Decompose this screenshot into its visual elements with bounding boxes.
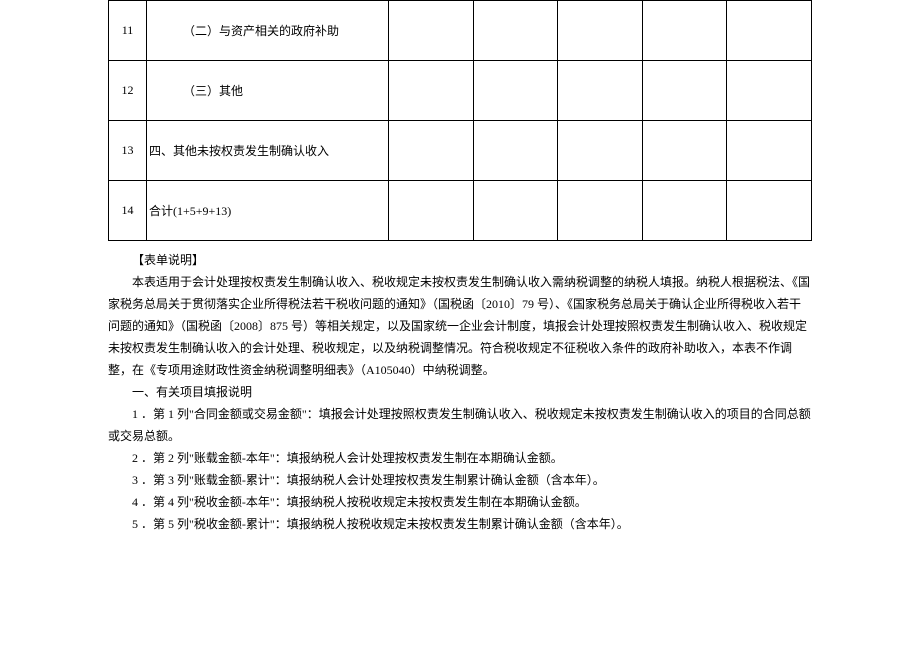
cell-blank xyxy=(642,181,727,241)
form-table: 11 （二）与资产相关的政府补助 12 （三）其他 13 四、其他未按权责发生制… xyxy=(108,0,812,241)
cell-blank xyxy=(727,1,812,61)
cell-blank xyxy=(727,121,812,181)
cell-blank xyxy=(473,181,558,241)
cell-blank xyxy=(558,61,643,121)
row-desc: （三）其他 xyxy=(147,61,389,121)
row-desc: 四、其他未按权责发生制确认收入 xyxy=(147,121,389,181)
cell-blank xyxy=(389,1,474,61)
explain-title: 【表单说明】 xyxy=(108,249,812,271)
table-row: 11 （二）与资产相关的政府补助 xyxy=(109,1,812,61)
table-row: 13 四、其他未按权责发生制确认收入 xyxy=(109,121,812,181)
row-desc: （二）与资产相关的政府补助 xyxy=(147,1,389,61)
row-number: 11 xyxy=(109,1,147,61)
row-number: 13 xyxy=(109,121,147,181)
cell-blank xyxy=(642,61,727,121)
cell-blank xyxy=(727,61,812,121)
table-row: 12 （三）其他 xyxy=(109,61,812,121)
explain-section1: 一、有关项目填报说明 xyxy=(108,381,812,403)
explain-item-4: 4 ．第 4 列"税收金额-本年"：填报纳税人按税收规定未按权责发生制在本期确认… xyxy=(108,491,812,513)
cell-blank xyxy=(473,1,558,61)
row-number: 14 xyxy=(109,181,147,241)
cell-blank xyxy=(727,181,812,241)
cell-blank xyxy=(642,121,727,181)
cell-blank xyxy=(389,61,474,121)
explain-item-1: 1 ．第 1 列"合同金额或交易金额"：填报会计处理按照权责发生制确认收入、税收… xyxy=(108,403,812,447)
cell-blank xyxy=(473,121,558,181)
explain-para1: 本表适用于会计处理按权责发生制确认收入、税收规定未按权责发生制确认收入需纳税调整… xyxy=(108,271,812,381)
table-row: 14 合计(1+5+9+13) xyxy=(109,181,812,241)
explain-item-5: 5 ．第 5 列"税收金额-累计"：填报纳税人按税收规定未按权责发生制累计确认金… xyxy=(108,513,812,535)
cell-blank xyxy=(389,121,474,181)
row-desc: 合计(1+5+9+13) xyxy=(147,181,389,241)
explanation-block: 【表单说明】 本表适用于会计处理按权责发生制确认收入、税收规定未按权责发生制确认… xyxy=(108,249,812,535)
cell-blank xyxy=(558,121,643,181)
cell-blank xyxy=(642,1,727,61)
explain-item-2: 2 ．第 2 列"账载金额-本年"：填报纳税人会计处理按权责发生制在本期确认金额… xyxy=(108,447,812,469)
cell-blank xyxy=(473,61,558,121)
cell-blank xyxy=(389,181,474,241)
explain-item-3: 3 ．第 3 列"账载金额-累计"：填报纳税人会计处理按权责发生制累计确认金额（… xyxy=(108,469,812,491)
cell-blank xyxy=(558,1,643,61)
row-number: 12 xyxy=(109,61,147,121)
cell-blank xyxy=(558,181,643,241)
